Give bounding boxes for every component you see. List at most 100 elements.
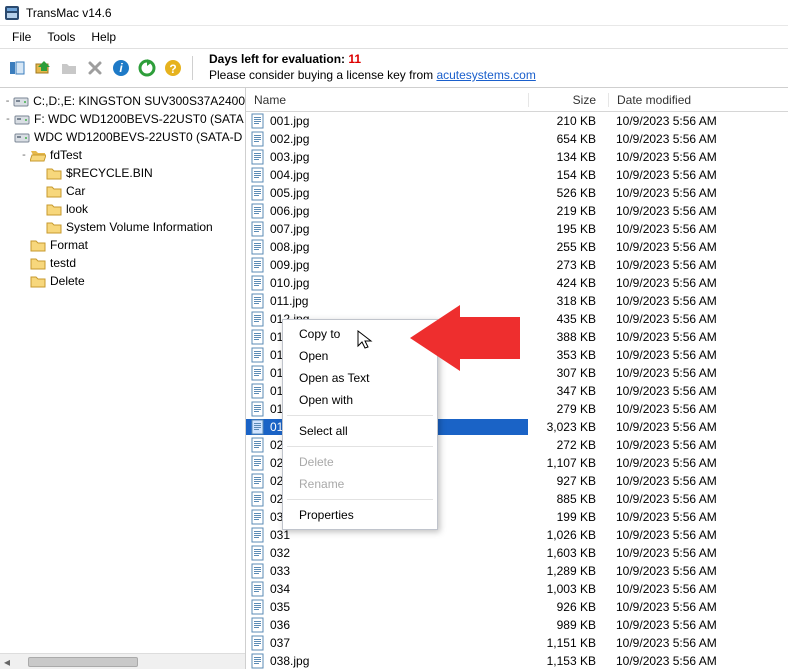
menu-item-copy-to[interactable]: Copy to <box>285 323 435 345</box>
file-icon <box>250 599 266 615</box>
file-size: 195 KB <box>528 222 608 236</box>
file-row[interactable]: 004.jpg154 KB10/9/2023 5:56 AM <box>246 166 788 184</box>
file-row[interactable]: 003.jpg134 KB10/9/2023 5:56 AM <box>246 148 788 166</box>
file-row[interactable]: 0341,003 KB10/9/2023 5:56 AM <box>246 580 788 598</box>
file-icon <box>250 383 266 399</box>
file-size: 885 KB <box>528 492 608 506</box>
file-size: 424 KB <box>528 276 608 290</box>
file-size: 435 KB <box>528 312 608 326</box>
file-name: 007.jpg <box>270 222 309 236</box>
file-size: 1,603 KB <box>528 546 608 560</box>
file-name: 035 <box>270 600 290 614</box>
file-name: 036 <box>270 618 290 632</box>
tree-item-label: Delete <box>50 274 85 288</box>
file-name: 038.jpg <box>270 654 309 668</box>
column-header-date[interactable]: Date modified <box>608 93 788 107</box>
file-name: 037 <box>270 636 290 650</box>
context-menu: Copy toOpenOpen as TextOpen with Select a… <box>282 319 438 530</box>
file-size: 654 KB <box>528 132 608 146</box>
toolbar-info-button[interactable]: i <box>110 57 132 79</box>
file-row[interactable]: 005.jpg526 KB10/9/2023 5:56 AM <box>246 184 788 202</box>
tree-item[interactable]: System Volume Information <box>0 218 245 236</box>
tree-item[interactable]: look <box>0 200 245 218</box>
tree-expander-icon[interactable]: - <box>18 149 30 161</box>
file-date: 10/9/2023 5:56 AM <box>608 366 788 380</box>
tree-item-label: System Volume Information <box>66 220 213 234</box>
file-size: 353 KB <box>528 348 608 362</box>
file-date: 10/9/2023 5:56 AM <box>608 384 788 398</box>
menu-item-open-as-text[interactable]: Open as Text <box>285 367 435 389</box>
tree-item[interactable]: -C:,D:,E: KINGSTON SUV300S37A2400 <box>0 92 245 110</box>
file-name: 003.jpg <box>270 150 309 164</box>
tree-expander-icon[interactable]: - <box>2 95 13 107</box>
file-icon <box>250 635 266 651</box>
file-size: 388 KB <box>528 330 608 344</box>
menu-item-open[interactable]: Open <box>285 345 435 367</box>
menu-tools[interactable]: Tools <box>39 28 83 46</box>
menu-help[interactable]: Help <box>83 28 124 46</box>
file-icon <box>250 581 266 597</box>
file-name: 011.jpg <box>270 294 308 308</box>
column-header-size[interactable]: Size <box>528 93 608 107</box>
toolbar-separator <box>192 56 193 80</box>
toolbar-help-button[interactable]: ? <box>162 57 184 79</box>
list-header: Name Size Date modified <box>246 88 788 112</box>
tree-horizontal-scrollbar[interactable]: ◂ <box>0 653 245 669</box>
file-icon <box>250 293 266 309</box>
file-icon <box>250 653 266 669</box>
folder-open-icon <box>30 147 46 163</box>
menu-item-select-all[interactable]: Select all <box>285 420 435 442</box>
file-date: 10/9/2023 5:56 AM <box>608 618 788 632</box>
folder-tree[interactable]: -C:,D:,E: KINGSTON SUV300S37A2400-F: WDC… <box>0 88 245 294</box>
file-icon <box>250 347 266 363</box>
file-date: 10/9/2023 5:56 AM <box>608 204 788 218</box>
file-row[interactable]: 010.jpg424 KB10/9/2023 5:56 AM <box>246 274 788 292</box>
toolbar-delete-button[interactable] <box>84 57 106 79</box>
file-icon <box>250 203 266 219</box>
menu-file[interactable]: File <box>4 28 39 46</box>
file-name: 008.jpg <box>270 240 309 254</box>
file-size: 3,023 KB <box>528 420 608 434</box>
tree-item-label: $RECYCLE.BIN <box>66 166 153 180</box>
tree-item[interactable]: $RECYCLE.BIN <box>0 164 245 182</box>
tree-item[interactable]: -fdTest <box>0 146 245 164</box>
tree-item[interactable]: Format <box>0 236 245 254</box>
file-date: 10/9/2023 5:56 AM <box>608 114 788 128</box>
file-row[interactable]: 007.jpg 195 KB10/9/2023 5:56 AM <box>246 220 788 238</box>
file-row[interactable]: 009.jpg273 KB10/9/2023 5:56 AM <box>246 256 788 274</box>
tree-expander-icon[interactable]: - <box>2 113 14 125</box>
file-row[interactable]: 001.jpg210 KB10/9/2023 5:56 AM <box>246 112 788 130</box>
window-title: TransMac v14.6 <box>26 6 112 20</box>
tree-item[interactable]: WDC WD1200BEVS-22UST0 (SATA-D <box>0 128 245 146</box>
toolbar-open-button[interactable] <box>6 57 28 79</box>
file-date: 10/9/2023 5:56 AM <box>608 222 788 236</box>
tree-item[interactable]: Delete <box>0 272 245 290</box>
file-row[interactable]: 0321,603 KB10/9/2023 5:56 AM <box>246 544 788 562</box>
tree-item[interactable]: Car <box>0 182 245 200</box>
scroll-left-icon[interactable]: ◂ <box>0 655 14 669</box>
file-row[interactable]: 006.jpg219 KB10/9/2023 5:56 AM <box>246 202 788 220</box>
tree-item[interactable]: -F: WDC WD1200BEVS-22UST0 (SATA <box>0 110 245 128</box>
menu-separator <box>287 499 433 500</box>
menu-item-properties[interactable]: Properties <box>285 504 435 526</box>
toolbar-folder-button[interactable] <box>58 57 80 79</box>
file-row[interactable]: 035926 KB10/9/2023 5:56 AM <box>246 598 788 616</box>
file-row[interactable]: 038.jpg1,153 KB10/9/2023 5:56 AM <box>246 652 788 669</box>
license-link[interactable]: acutesystems.com <box>436 68 535 82</box>
toolbar-save-button[interactable] <box>32 57 54 79</box>
file-row[interactable]: 011.jpg318 KB10/9/2023 5:56 AM <box>246 292 788 310</box>
column-header-name[interactable]: Name <box>246 93 528 107</box>
file-row[interactable]: 0371,151 KB10/9/2023 5:56 AM <box>246 634 788 652</box>
file-row[interactable]: 008.jpg255 KB10/9/2023 5:56 AM <box>246 238 788 256</box>
tree-item[interactable]: testd <box>0 254 245 272</box>
menu-item-open-with[interactable]: Open with <box>285 389 435 411</box>
file-row[interactable]: 002.jpg654 KB10/9/2023 5:56 AM <box>246 130 788 148</box>
file-date: 10/9/2023 5:56 AM <box>608 546 788 560</box>
scrollbar-thumb[interactable] <box>28 657 138 667</box>
file-name: 033 <box>270 564 290 578</box>
evaluation-message: Days left for evaluation: 11 Please cons… <box>209 52 536 83</box>
file-row[interactable]: 0331,289 KB10/9/2023 5:56 AM <box>246 562 788 580</box>
file-row[interactable]: 036989 KB10/9/2023 5:56 AM <box>246 616 788 634</box>
file-size: 1,107 KB <box>528 456 608 470</box>
toolbar-refresh-button[interactable] <box>136 57 158 79</box>
